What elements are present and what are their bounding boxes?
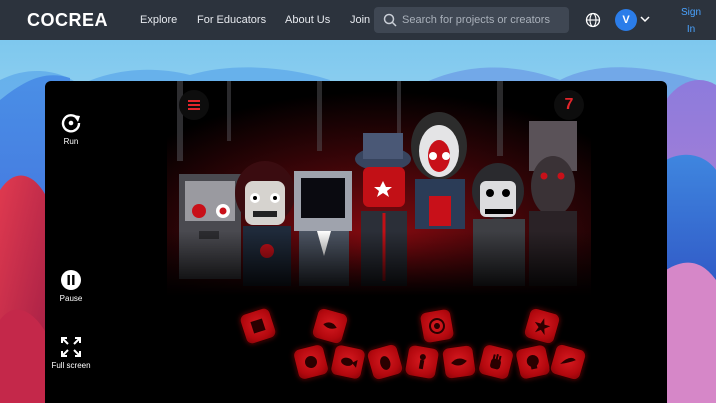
sign-in-line-2: In	[686, 24, 696, 35]
fullscreen-icon	[61, 337, 81, 357]
nav-link-about-us[interactable]: About Us	[285, 14, 330, 26]
nav-link-explore[interactable]: Explore	[140, 14, 177, 26]
pause-icon	[61, 270, 81, 290]
search-icon	[383, 13, 397, 27]
menu-bar-2	[188, 104, 200, 106]
run-button[interactable]: Run	[45, 112, 99, 146]
pause-button[interactable]: Pause	[45, 269, 99, 303]
search-input[interactable]	[402, 11, 562, 29]
lips-sound-icon	[323, 322, 337, 329]
beetle-sound-icon	[380, 356, 391, 370]
user-avatar[interactable]: V	[615, 9, 637, 31]
sound-button-8[interactable]	[404, 344, 440, 380]
project-player: Run Pause Full screen 7	[45, 81, 667, 403]
splat-sound-icon	[305, 356, 317, 368]
sound-button-6[interactable]	[330, 344, 366, 380]
search-bar[interactable]	[374, 7, 569, 33]
fullscreen-label: Full screen	[51, 361, 91, 370]
sound-button-9[interactable]	[442, 345, 476, 379]
counter-badge[interactable]: 7	[554, 90, 584, 120]
wing-sound-icon	[560, 357, 576, 364]
hamburger-menu-button[interactable]	[179, 90, 209, 120]
top-navbar: COCREA Explore For Educators About Us Jo…	[0, 0, 716, 40]
nav-link-join[interactable]: Join	[350, 14, 370, 26]
sign-in-link[interactable]: Sign In	[676, 4, 706, 38]
nav-link-for-educators[interactable]: For Educators	[197, 14, 266, 26]
fullscreen-button[interactable]: Full screen	[45, 336, 99, 370]
menu-bar-1	[188, 100, 200, 102]
eye-sound-icon	[451, 358, 467, 366]
cube-sound-icon	[250, 318, 266, 334]
hand-sound-icon	[490, 353, 502, 370]
pause-label: Pause	[59, 294, 83, 303]
menu-bar-3	[188, 108, 200, 110]
sign-in-line-1: Sign	[680, 7, 701, 18]
sound-button-3[interactable]	[419, 308, 455, 344]
game-stage[interactable]: 7	[167, 81, 591, 403]
cocrea-logo[interactable]: COCREA	[27, 10, 108, 31]
skull-sound-icon	[526, 355, 539, 370]
chevron-down-icon[interactable]	[640, 15, 650, 23]
figure-sound-icon	[418, 354, 426, 370]
globe-icon[interactable]	[585, 12, 601, 28]
star-sound-icon	[534, 318, 551, 336]
run-label: Run	[63, 137, 79, 146]
restart-icon	[61, 114, 81, 133]
orb-sound-icon	[429, 318, 445, 334]
sound-button-11[interactable]	[515, 344, 551, 380]
fish-sound-icon	[341, 357, 358, 368]
